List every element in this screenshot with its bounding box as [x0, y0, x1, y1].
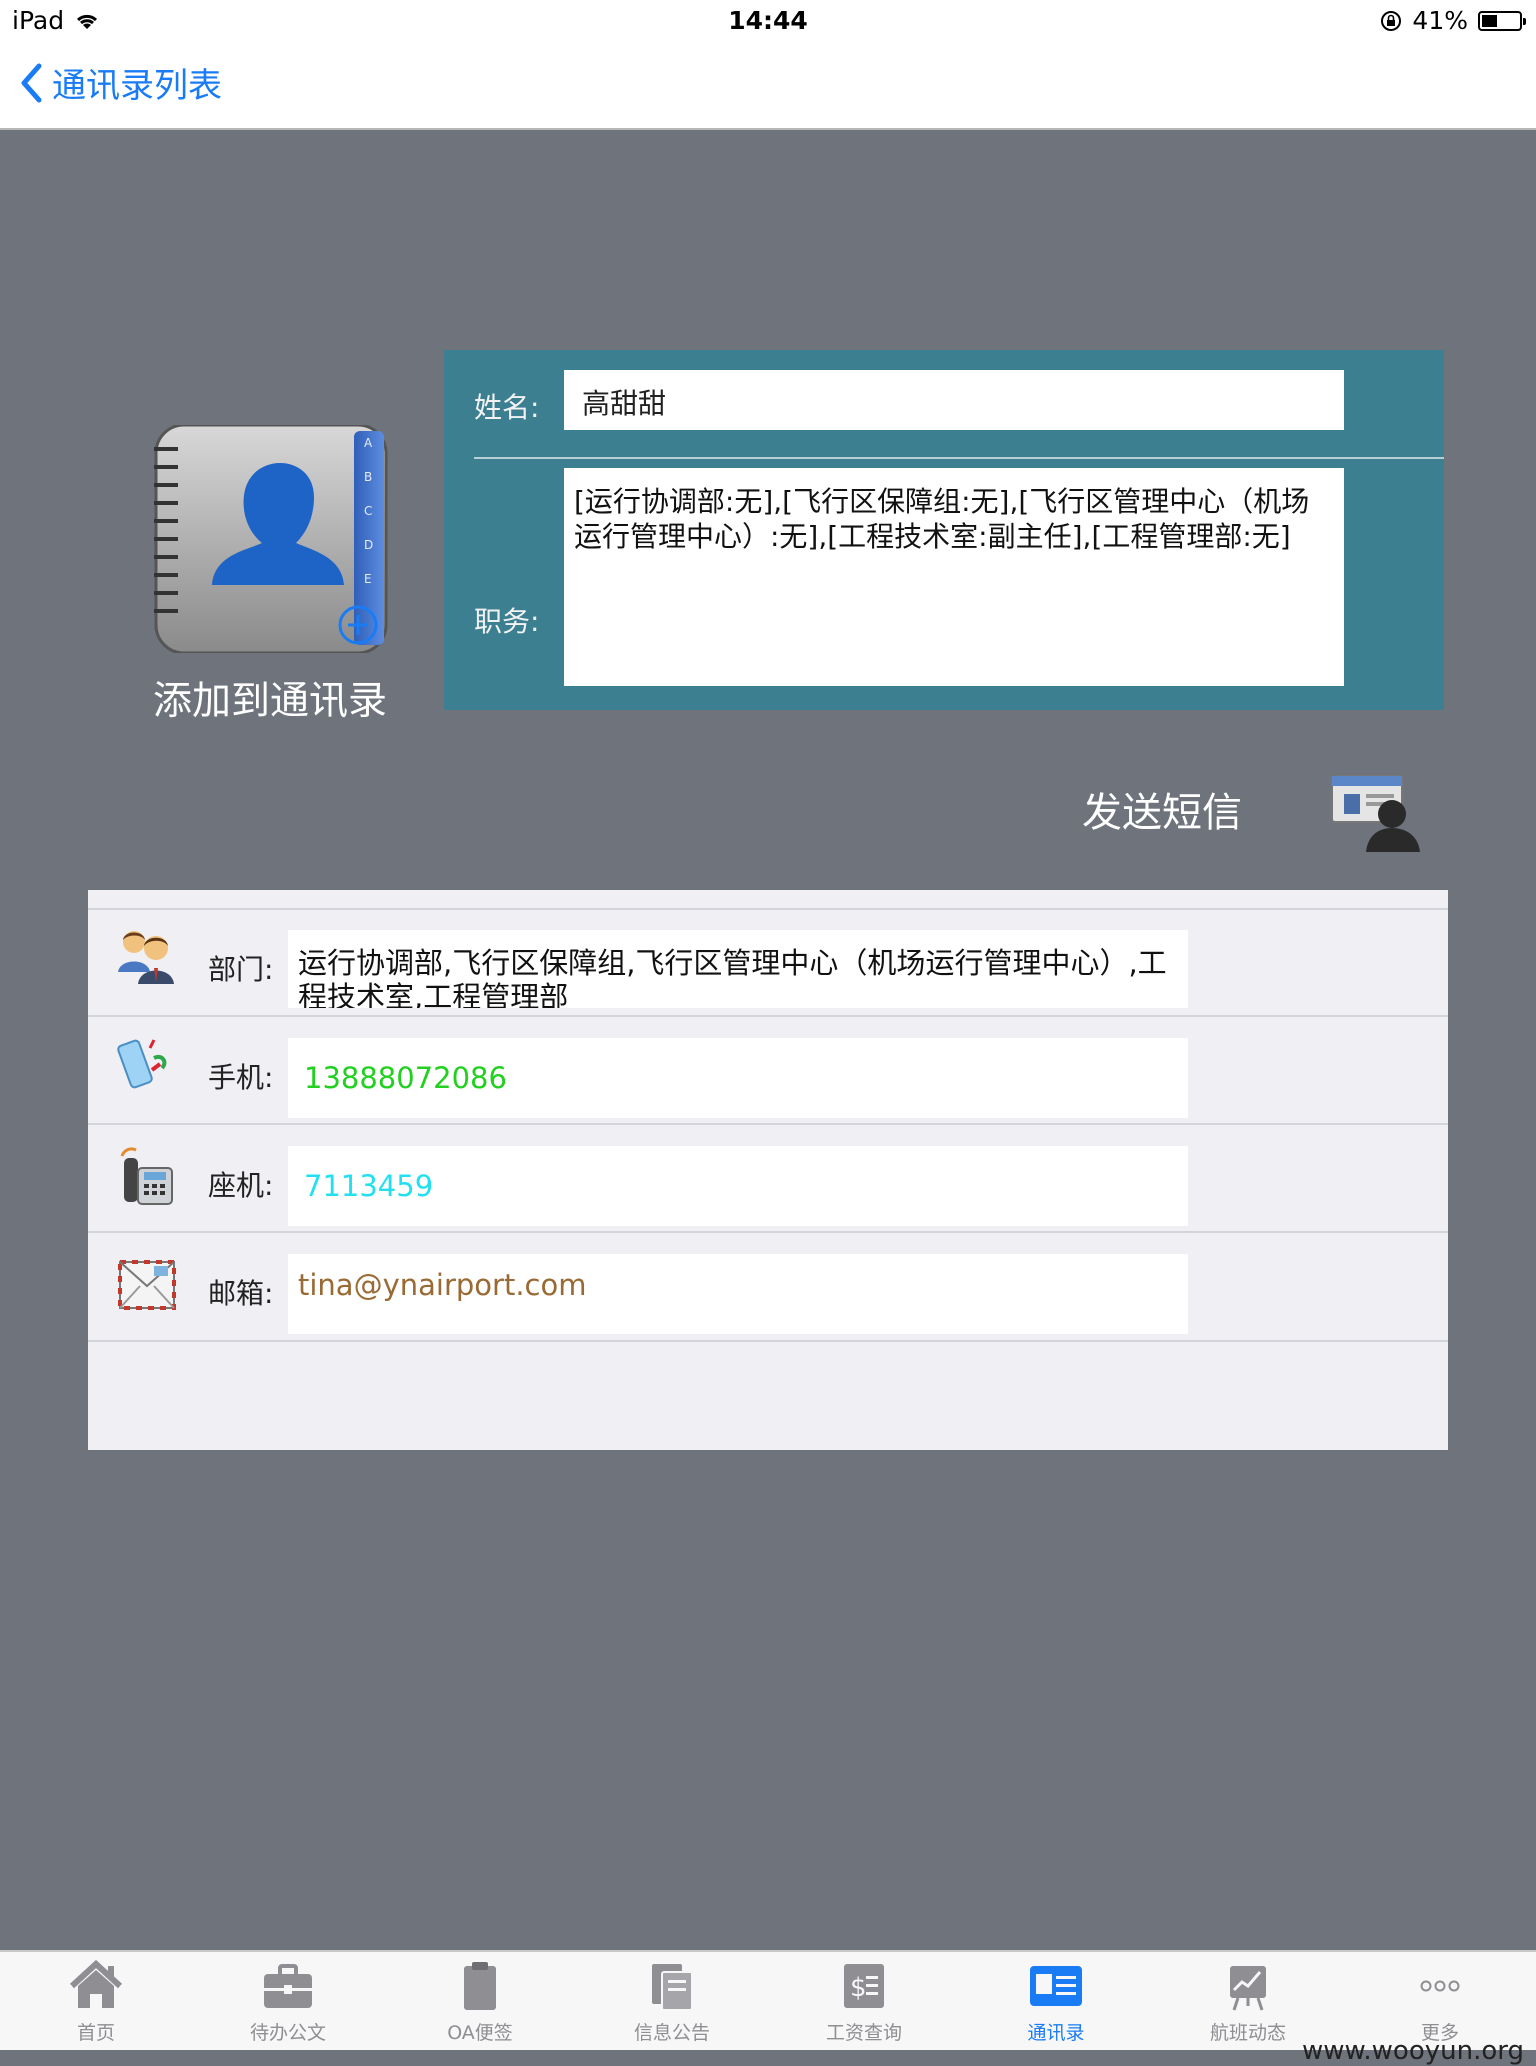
tab-label: 待办公文: [249, 2022, 326, 2044]
battery-icon: [1478, 10, 1526, 31]
status-time: 14:44: [728, 6, 808, 35]
tab-label: 首页: [76, 2022, 115, 2044]
tab-label: 航班动态: [1209, 2022, 1286, 2044]
name-field[interactable]: 高甜甜: [564, 370, 1344, 430]
battery-percent: 41%: [1412, 6, 1468, 35]
landline-phone-icon: [116, 1144, 178, 1210]
tab-label: 信息公告: [633, 2022, 710, 2044]
tab-oa-notes[interactable]: OA便签: [400, 1958, 560, 2045]
tab-label: 工资查询: [825, 2022, 902, 2044]
tab-bar: 首页 待办公文 OA便签 信息公告 $ 工资查询 通讯录 航班动态 更多: [0, 1950, 1536, 2050]
watermark-text: www.wooyun.org: [1301, 2036, 1524, 2066]
navigation-bar: 通讯录列表: [0, 40, 1536, 130]
more-icon: [1420, 1980, 1460, 1992]
row-divider: [88, 908, 1448, 910]
clipboard-icon: [464, 1962, 496, 2010]
add-to-contacts-label[interactable]: 添加到通讯录: [120, 670, 420, 726]
send-sms-label[interactable]: 发送短信: [1082, 780, 1242, 838]
chevron-left-icon: [21, 63, 42, 102]
tab-label: OA便签: [447, 2022, 513, 2044]
mail-icon: [116, 1252, 178, 1318]
home-icon: [69, 1959, 123, 2008]
email-field[interactable]: tina@ynairport.com: [288, 1254, 1188, 1334]
svg-text:C: C: [364, 504, 372, 518]
tab-flight-status[interactable]: 航班动态: [1168, 1958, 1328, 2045]
tab-salary[interactable]: $ 工资查询: [784, 1958, 944, 2045]
email-label: 邮箱:: [208, 1277, 274, 1310]
tab-more[interactable]: 更多: [1360, 1958, 1520, 2045]
panel-divider: [474, 457, 1444, 459]
mobile-field[interactable]: 13888072086: [288, 1038, 1188, 1118]
svg-text:D: D: [364, 538, 373, 552]
svg-text:B: B: [364, 470, 372, 484]
landline-label: 座机:: [208, 1169, 274, 1202]
tab-contacts[interactable]: 通讯录: [976, 1958, 1136, 2045]
name-label: 姓名:: [474, 391, 540, 424]
contacts-icon: [1030, 1966, 1082, 2006]
tab-label: 通讯录: [1027, 2022, 1085, 2044]
sms-contact-icon: [1331, 775, 1420, 852]
status-right: 41%: [1380, 6, 1526, 35]
status-bar: iPad 14:44 41%: [0, 0, 1536, 40]
mobile-phone-icon: [116, 1034, 178, 1100]
row-divider: [88, 1231, 1448, 1233]
tab-announcements[interactable]: 信息公告: [592, 1958, 752, 2045]
duty-label: 职务:: [474, 605, 540, 638]
mobile-label: 手机:: [208, 1061, 274, 1094]
tab-pending-documents[interactable]: 待办公文: [208, 1958, 368, 2045]
row-divider: [88, 1015, 1448, 1017]
back-button[interactable]: 通讯录列表: [20, 58, 222, 107]
briefcase-icon: [264, 1964, 312, 2008]
department-icon: [116, 924, 178, 990]
row-divider: [88, 1123, 1448, 1125]
row-divider: [88, 1340, 1448, 1342]
duty-field[interactable]: [运行协调部:无],[飞行区保障组:无],[飞行区管理中心（机场运行管理中心）:…: [564, 468, 1344, 686]
send-sms-button[interactable]: [1330, 768, 1430, 852]
department-field[interactable]: 运行协调部,飞行区保障组,飞行区管理中心（机场运行管理中心）,工程技术室,工程管…: [288, 930, 1188, 1008]
tab-home[interactable]: 首页: [16, 1958, 176, 2045]
contact-book-icon: A B C D E: [154, 423, 388, 655]
salary-icon: $: [844, 1964, 884, 2008]
back-label: 通讯录列表: [52, 66, 222, 106]
add-to-contacts-button[interactable]: A B C D E: [152, 423, 392, 655]
landline-field[interactable]: 7113459: [288, 1146, 1188, 1226]
svg-text:E: E: [364, 572, 372, 586]
svg-text:A: A: [364, 436, 373, 450]
flight-chart-icon: [1230, 1966, 1266, 2011]
bulletin-icon: [652, 1964, 693, 2011]
svg-text:$: $: [850, 1973, 867, 2003]
department-label: 部门:: [208, 953, 274, 986]
rotation-lock-icon: [1381, 10, 1402, 31]
